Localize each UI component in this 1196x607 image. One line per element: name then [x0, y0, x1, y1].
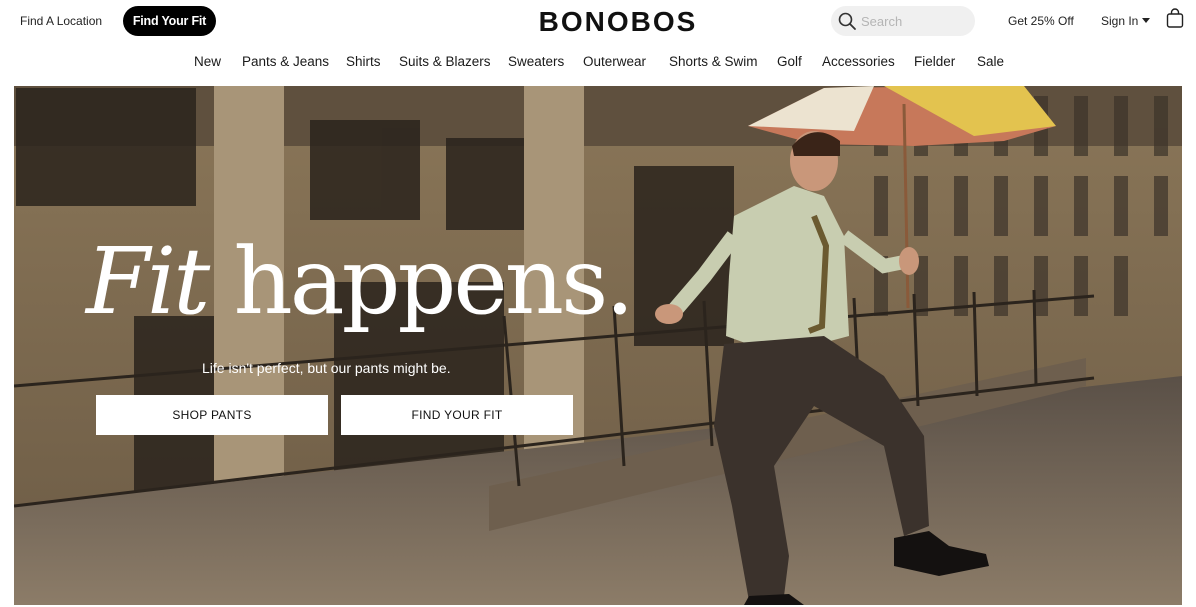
nav-item-accessories[interactable]: Accessories	[822, 54, 895, 69]
nav-item-new[interactable]: New	[194, 54, 221, 69]
promo-link[interactable]: Get 25% Off	[1008, 14, 1074, 28]
nav-item-shirts[interactable]: Shirts	[346, 54, 381, 69]
top-bar: Find A Location Find Your Fit BONOBOS Ge…	[0, 0, 1196, 42]
nav-item-outerwear[interactable]: Outerwear	[583, 54, 646, 69]
hero-subline: Life isn't perfect, but our pants might …	[202, 360, 451, 376]
hero-banner: Fit happens. Life isn't perfect, but our…	[14, 86, 1182, 605]
hero-headline-rest: happens.	[207, 228, 634, 335]
shopping-bag-icon[interactable]	[1166, 8, 1184, 28]
nav-item-suits-blazers[interactable]: Suits & Blazers	[399, 54, 491, 69]
find-your-fit-cta[interactable]: FIND YOUR FIT	[341, 395, 573, 435]
search-input[interactable]	[861, 12, 966, 30]
caret-down-icon	[1142, 18, 1151, 23]
sign-in-label: Sign In	[1101, 14, 1139, 28]
nav-item-golf[interactable]: Golf	[777, 54, 802, 69]
nav-item-shorts-swim[interactable]: Shorts & Swim	[669, 54, 758, 69]
hero-photo	[14, 86, 1182, 605]
sign-in-menu[interactable]: Sign In	[1101, 14, 1151, 28]
shop-pants-button[interactable]: SHOP PANTS	[96, 395, 328, 435]
nav-item-sale[interactable]: Sale	[977, 54, 1004, 69]
nav-item-pants-jeans[interactable]: Pants & Jeans	[242, 54, 329, 69]
nav-item-sweaters[interactable]: Sweaters	[508, 54, 564, 69]
main-nav: New Pants & Jeans Shirts Suits & Blazers…	[0, 52, 1196, 74]
search-box[interactable]	[831, 6, 975, 36]
hero-headline-italic: Fit	[86, 228, 210, 335]
search-icon	[838, 12, 856, 30]
hero-headline: Fit happens.	[86, 236, 635, 328]
nav-item-fielder[interactable]: Fielder	[914, 54, 955, 69]
